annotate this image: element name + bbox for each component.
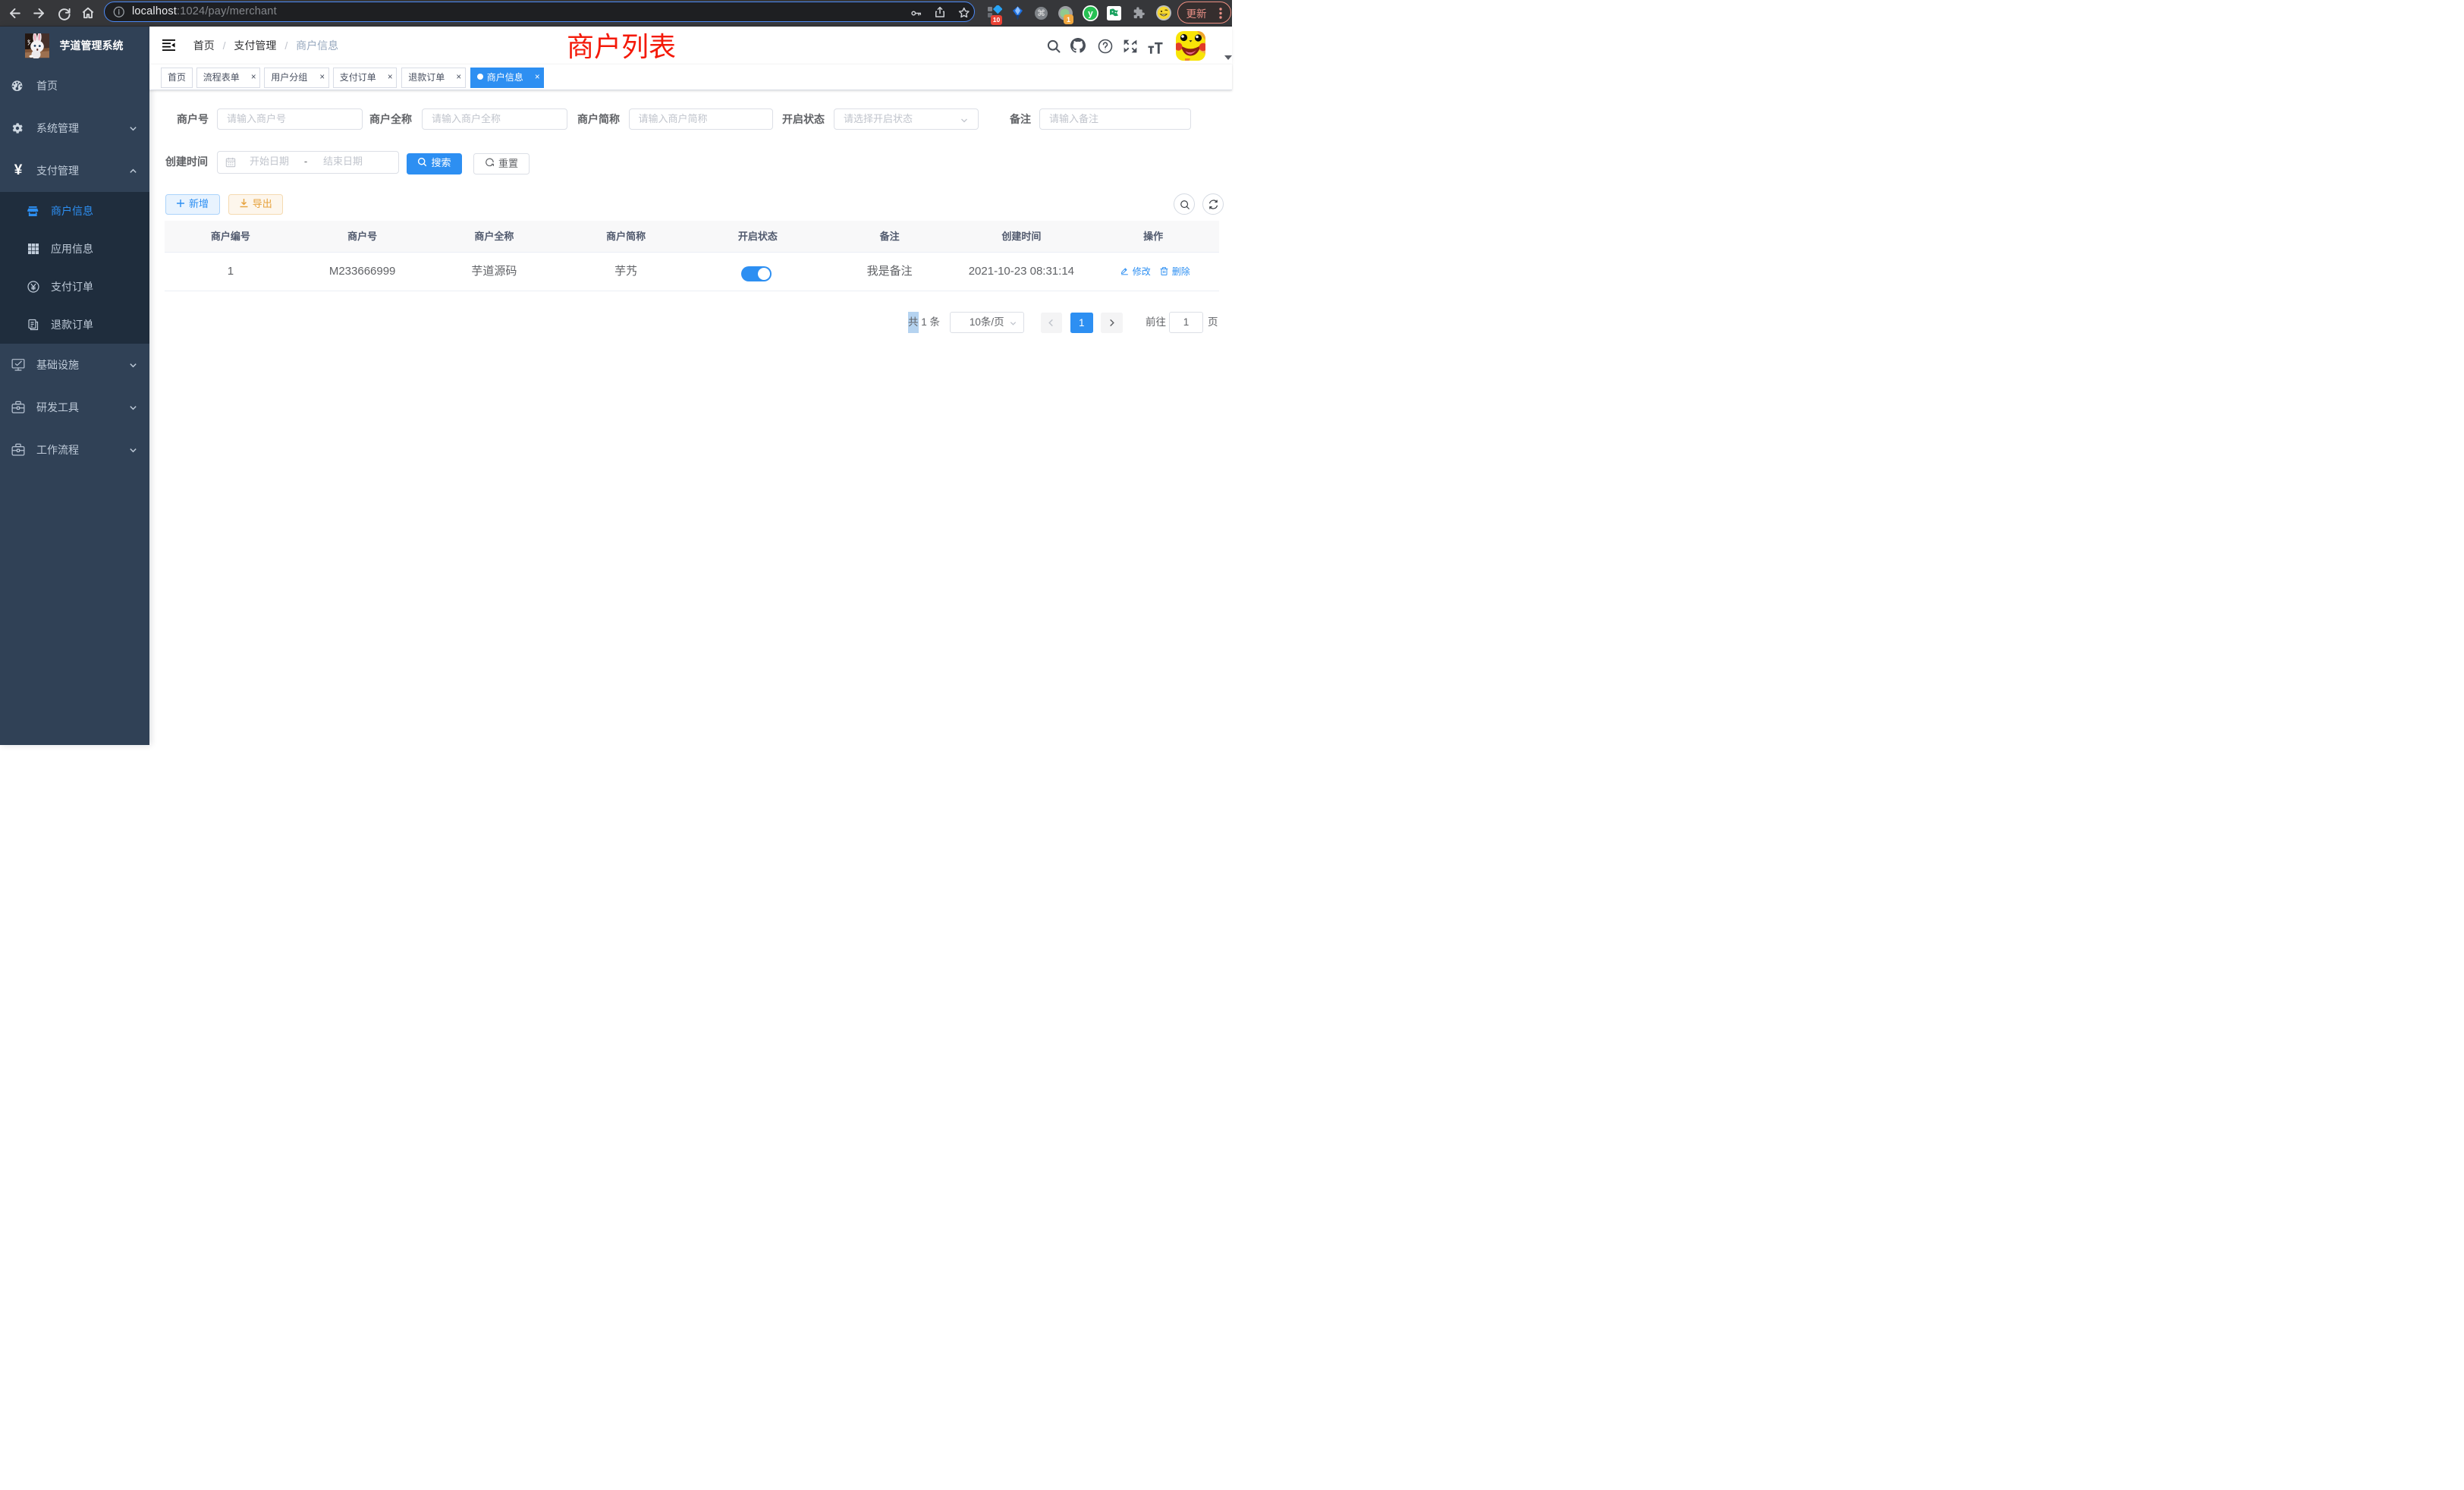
svg-text:⌘: ⌘ [1037,9,1045,18]
svg-text:y: y [1088,8,1093,18]
